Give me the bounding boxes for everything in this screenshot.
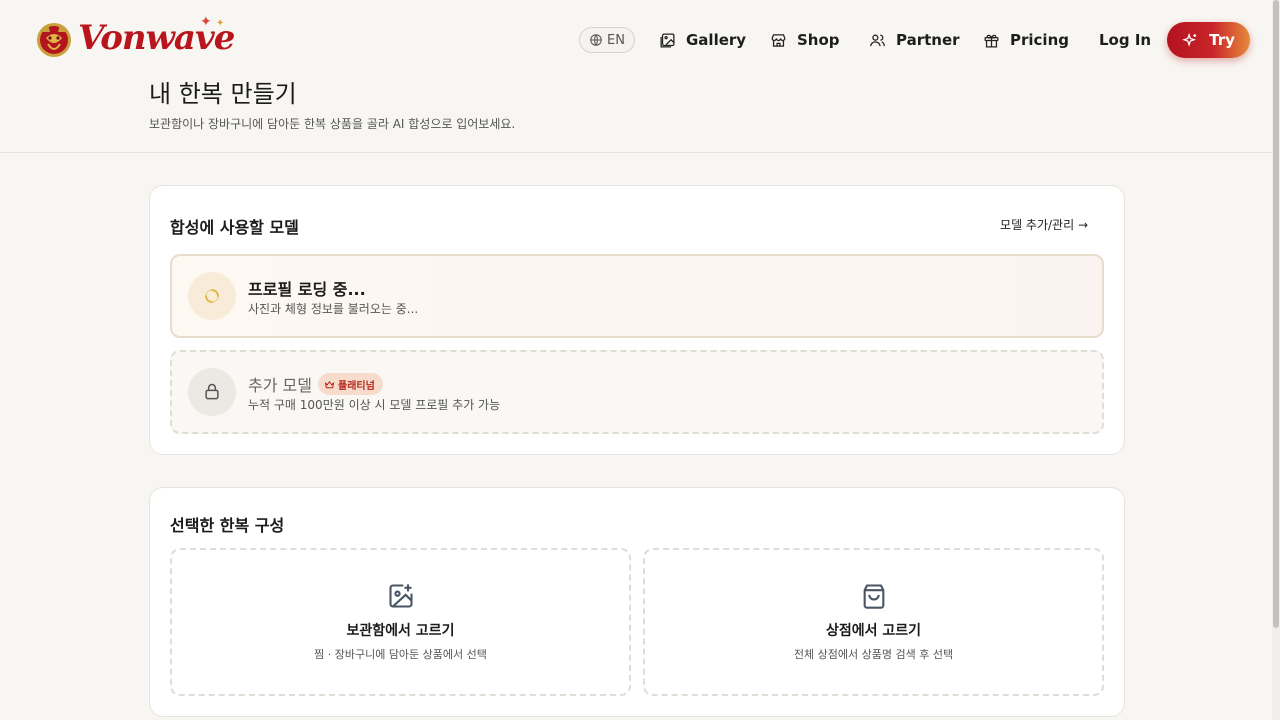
manage-models-link[interactable]: 모델 추가/관리 → [1000, 216, 1088, 233]
model-loading-desc: 사진과 체형 정보를 불러오는 중... [248, 302, 419, 316]
pick-from-shop-title: 상점에서 고르기 [825, 623, 922, 639]
nav-gallery[interactable]: Gallery [659, 28, 746, 52]
hanbok-card-title: 선택한 한복 구성 [170, 516, 285, 535]
model-card-title: 합성에 사용할 모델 [170, 218, 299, 237]
top-header: Vonwave ✦ ✦ EN Gallery Shop Partner Pric… [0, 0, 1272, 80]
shopping-bag-icon [863, 584, 884, 609]
sparkle-small-icon: ✦ [216, 18, 225, 29]
sparkle-icon: ✦ [200, 14, 212, 30]
store-icon [771, 33, 786, 47]
platinum-badge: 플래티넘 [318, 373, 383, 395]
avatar [188, 272, 236, 320]
logo[interactable]: Vonwave ✦ ✦ [34, 14, 235, 62]
model-locked-item[interactable]: 추가 모델 플래티넘 누적 구매 100만원 이상 시 모델 프로필 추가 가능 [170, 350, 1104, 434]
nav-shop-label: Shop [797, 31, 840, 49]
hanbok-card: 선택한 한복 구성 보관함에서 고르기 찜 · 장바구니에 담아둔 상품에서 선… [149, 487, 1125, 717]
platinum-badge-label: 플래티넘 [338, 380, 375, 392]
language-label: EN [607, 32, 625, 48]
nav-shop[interactable]: Shop [770, 28, 840, 52]
model-locked-name: 추가 모델 [248, 376, 312, 395]
language-toggle[interactable]: EN [579, 27, 635, 53]
gift-icon [984, 34, 999, 48]
sparkles-icon [1182, 32, 1197, 47]
page-subtitle: 보관함이나 장바구니에 담아둔 한복 상품을 골라 AI 합성으로 입어보세요. [149, 117, 516, 131]
model-loading-name: 프로필 로딩 중... [248, 280, 366, 299]
try-button[interactable]: Try [1167, 22, 1250, 58]
logo-emblem-icon [37, 23, 71, 57]
nav-partner[interactable]: Partner [869, 28, 960, 52]
pick-from-saved-desc: 찜 · 장바구니에 담아둔 상품에서 선택 [314, 648, 487, 661]
model-card: 합성에 사용할 모델 모델 추가/관리 → 프로필 로딩 중... 사진과 체형… [149, 185, 1125, 455]
login-link[interactable]: Log In [1099, 28, 1151, 52]
lock-icon [205, 383, 219, 400]
header-divider [0, 152, 1272, 153]
model-locked-desc: 누적 구매 100만원 이상 시 모델 프로필 추가 가능 [248, 398, 501, 412]
image-icon [660, 32, 675, 48]
lock-avatar [188, 368, 236, 416]
page-scrollbar[interactable] [1272, 0, 1280, 720]
image-plus-icon [388, 584, 413, 608]
page-title: 내 한복 만들기 [149, 80, 297, 108]
crown-icon [324, 380, 335, 388]
loading-spinner-icon [205, 289, 219, 303]
pick-from-saved-title: 보관함에서 고르기 [346, 623, 455, 639]
nav-pricing-label: Pricing [1010, 31, 1069, 49]
nav-partner-label: Partner [896, 31, 960, 49]
users-icon [870, 34, 885, 46]
try-button-label: Try [1209, 31, 1235, 49]
model-loading-item[interactable]: 프로필 로딩 중... 사진과 체형 정보를 불러오는 중... [170, 254, 1104, 338]
nav-pricing[interactable]: Pricing [983, 28, 1069, 52]
pick-from-shop-button[interactable]: 상점에서 고르기 전체 상점에서 상품명 검색 후 선택 [643, 548, 1104, 696]
globe-icon [590, 34, 602, 46]
pick-from-saved-button[interactable]: 보관함에서 고르기 찜 · 장바구니에 담아둔 상품에서 선택 [170, 548, 631, 696]
pick-from-shop-desc: 전체 상점에서 상품명 검색 후 선택 [793, 648, 954, 661]
scrollbar-thumb[interactable] [1273, 0, 1279, 628]
nav-gallery-label: Gallery [686, 31, 747, 49]
